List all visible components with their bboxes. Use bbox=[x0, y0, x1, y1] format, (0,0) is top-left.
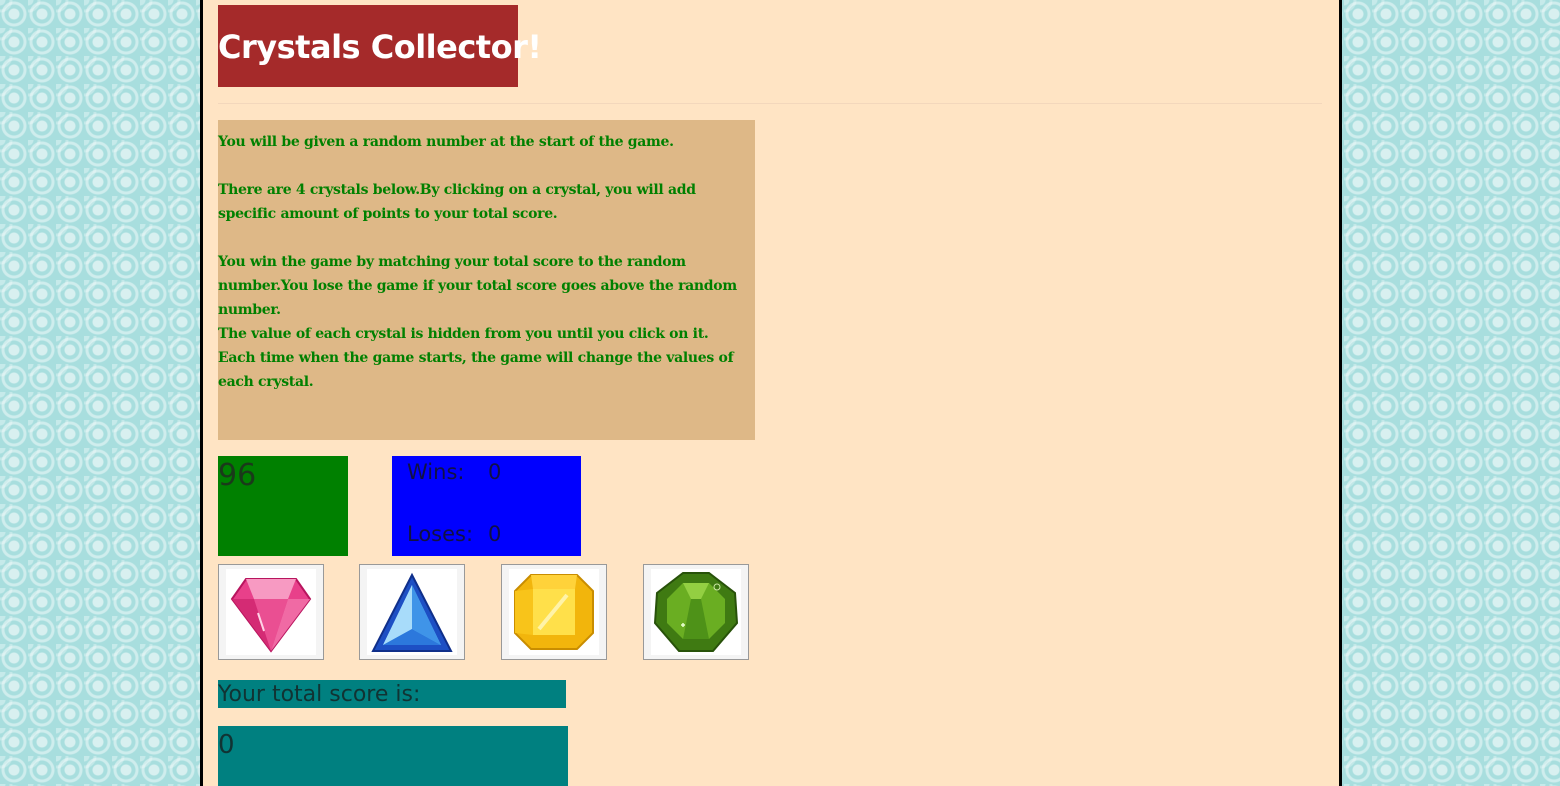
pink-crystal-icon bbox=[226, 569, 316, 655]
blue-crystal-icon bbox=[367, 569, 457, 655]
loses-label: Loses: bbox=[407, 522, 474, 546]
divider bbox=[218, 103, 1322, 104]
score-label: Your total score is: bbox=[218, 682, 421, 707]
score-label-box: Your total score is: bbox=[218, 680, 566, 708]
instruction-paragraph: You win the game by matching your total … bbox=[218, 254, 737, 318]
instruction-paragraph: There are 4 crystals below.By clicking o… bbox=[218, 182, 696, 222]
target-number-box: 96 bbox=[218, 456, 348, 556]
crystal-button-1[interactable] bbox=[218, 564, 324, 660]
instruction-paragraph: You will be given a random number at the… bbox=[218, 134, 674, 150]
crystal-button-2[interactable] bbox=[359, 564, 465, 660]
wins-value: 0 bbox=[488, 460, 502, 484]
instructions-panel: You will be given a random number at the… bbox=[218, 120, 755, 440]
yellow-crystal-icon bbox=[509, 569, 599, 655]
crystal-button-3[interactable] bbox=[501, 564, 607, 660]
stats-box: Wins: 0 Loses: 0 bbox=[392, 456, 581, 556]
page-title: Crystals Collector! bbox=[218, 28, 542, 66]
green-crystal-icon bbox=[651, 569, 741, 655]
score-box: 0 bbox=[218, 726, 568, 786]
wins-label: Wins: bbox=[407, 460, 465, 484]
score-value: 0 bbox=[218, 730, 235, 760]
instruction-paragraph: The value of each crystal is hidden from… bbox=[218, 326, 734, 390]
title-banner: Crystals Collector! bbox=[218, 5, 542, 87]
loses-value: 0 bbox=[488, 522, 502, 546]
target-number: 96 bbox=[218, 458, 257, 493]
crystal-button-4[interactable] bbox=[643, 564, 749, 660]
game-container: Crystals Collector! You will be given a … bbox=[200, 0, 1342, 786]
